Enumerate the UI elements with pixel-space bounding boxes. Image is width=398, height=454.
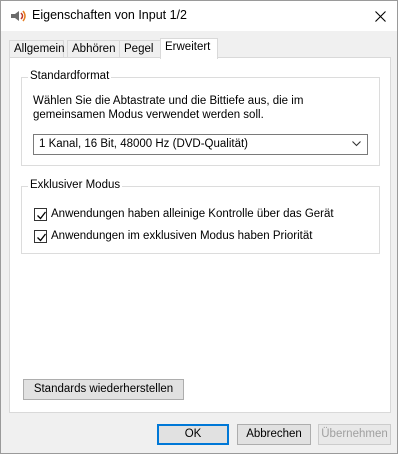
format-dropdown[interactable]: 1 Kanal, 16 Bit, 48000 Hz (DVD-Qualität) — [33, 134, 368, 155]
chevron-down-icon — [352, 141, 361, 147]
apply-button[interactable]: Übernehmen — [318, 424, 391, 445]
restore-defaults-button[interactable]: Standards wiederherstellen — [23, 379, 184, 400]
standardformat-title: Standardformat — [28, 70, 112, 82]
exclusive-mode-title: Exklusiver Modus — [28, 179, 123, 191]
exclusive-control-checkbox[interactable] — [34, 207, 47, 221]
exclusive-priority-checkbox[interactable] — [34, 229, 47, 243]
close-button[interactable] — [363, 1, 397, 31]
window-title: Eigenschaften von Input 1/2 — [32, 8, 187, 22]
close-icon — [374, 10, 386, 22]
exclusive-priority-label: Anwendungen im exklusiven Modus haben Pr… — [51, 230, 313, 242]
tab-pegel[interactable]: Pegel — [119, 40, 161, 58]
exclusive-control-option[interactable]: Anwendungen haben alleinige Kontrolle üb… — [34, 206, 334, 222]
cancel-button[interactable]: Abbrechen — [237, 424, 311, 445]
exclusive-mode-group: Exklusiver Modus Anwendungen haben allei… — [21, 179, 380, 254]
tab-panel: Standardformat Wählen Sie die Abtastrate… — [9, 57, 391, 413]
format-dropdown-value: 1 Kanal, 16 Bit, 48000 Hz (DVD-Qualität) — [39, 138, 249, 150]
ok-button[interactable]: OK — [157, 424, 229, 445]
tab-strip: Allgemein Abhören Pegel Erweitert — [9, 38, 389, 59]
properties-dialog: Eigenschaften von Input 1/2 Allgemein Ab… — [0, 0, 398, 454]
speaker-icon — [10, 9, 28, 23]
checkmark-icon — [37, 233, 47, 241]
tab-erweitert[interactable]: Erweitert — [160, 38, 218, 59]
checkmark-icon — [37, 211, 47, 219]
exclusive-priority-option[interactable]: Anwendungen im exklusiven Modus haben Pr… — [34, 228, 312, 244]
title-bar: Eigenschaften von Input 1/2 — [1, 1, 397, 31]
standardformat-description: Wählen Sie die Abtastrate und die Bittie… — [33, 95, 304, 121]
tab-allgemein[interactable]: Allgemein — [9, 40, 65, 58]
standardformat-group: Standardformat Wählen Sie die Abtastrate… — [21, 70, 380, 166]
tab-abhoeren[interactable]: Abhören — [67, 40, 120, 58]
exclusive-control-label: Anwendungen haben alleinige Kontrolle üb… — [51, 208, 334, 220]
